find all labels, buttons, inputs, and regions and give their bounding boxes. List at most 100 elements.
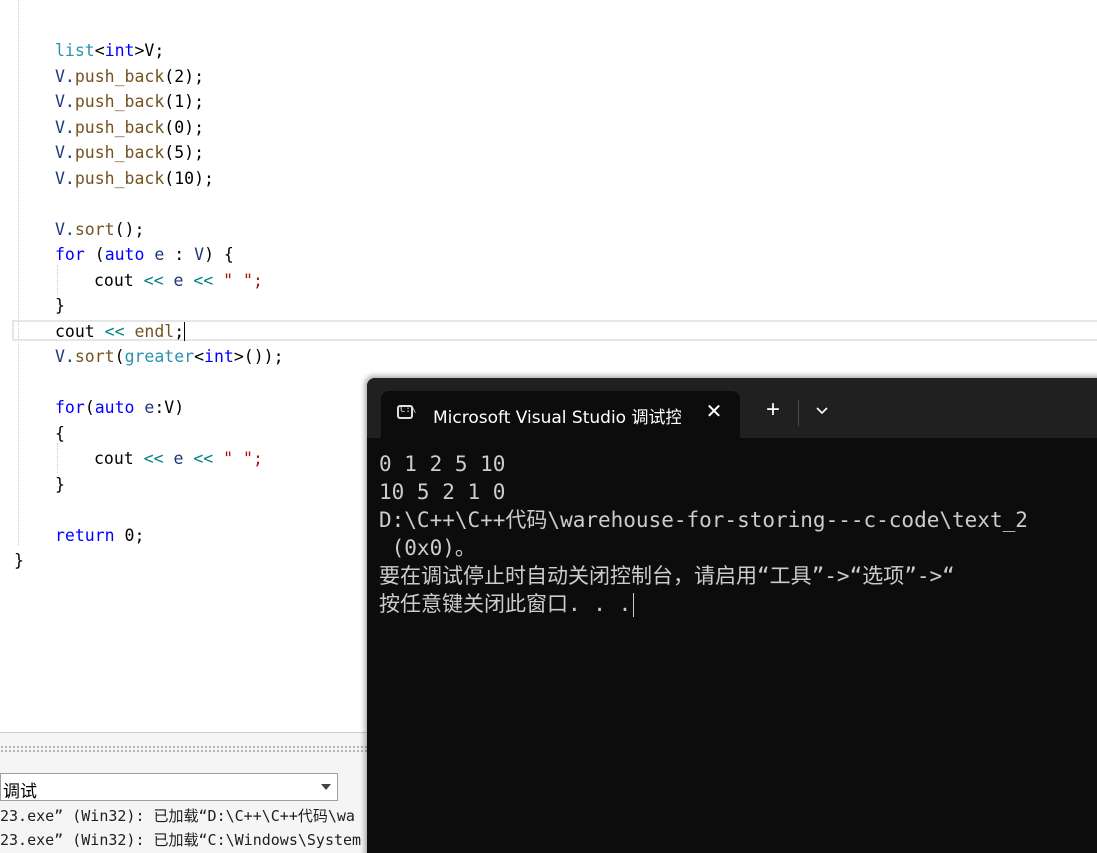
code-token: auto (104, 245, 145, 264)
code-token: sort (74, 220, 115, 239)
code-line: return 0; (55, 523, 144, 548)
code-token: } (55, 475, 65, 494)
code-token: } (55, 296, 65, 315)
terminal-tab-title: Microsoft Visual Studio 调试控制台 (433, 408, 681, 428)
code-token: << (143, 271, 164, 290)
code-token: << (104, 322, 125, 341)
terminal-output-line: 10 5 2 1 0 (379, 480, 506, 504)
code-token: auto (94, 398, 135, 417)
code-token: for (55, 245, 85, 264)
output-line: 23.exe” (Win32): 已加载“C:\Windows\System (0, 831, 362, 849)
code-token: " "; (213, 449, 263, 468)
code-line: cout << endl; (55, 319, 184, 344)
code-line: } (14, 548, 24, 573)
indent-guide (57, 265, 58, 295)
panel-resize-grip[interactable] (0, 745, 368, 753)
code-line: { (55, 421, 65, 446)
code-token: << (193, 449, 214, 468)
code-token: (1); (164, 92, 205, 111)
code-token: endl (124, 322, 175, 341)
code-line: V.push_back(10); (55, 166, 214, 191)
terminal-output-line: 0 1 2 5 10 (379, 452, 506, 476)
code-token: ( (84, 245, 105, 264)
code-token: push_back (74, 67, 165, 86)
indent-guide (57, 443, 58, 473)
code-token: (2); (164, 67, 205, 86)
code-token: cout (55, 322, 105, 341)
code-token: cout (94, 449, 144, 468)
indent-guide (18, 0, 19, 545)
code-token: greater (124, 347, 195, 366)
output-source-select[interactable]: 调试 (0, 773, 338, 802)
terminal-cursor (633, 593, 635, 617)
code-token: return (55, 526, 115, 545)
desktop-screen: list<int>V; V.push_back(2); V.push_back(1)… (0, 0, 1097, 853)
terminal-output-line: 要在调试停止时自动关闭控制台，请启用“工具”->“选项”->“ (379, 564, 955, 588)
titlebar-separator (798, 400, 799, 426)
code-token: 0; (114, 526, 145, 545)
code-token: V. (55, 92, 75, 111)
code-token: int (204, 347, 234, 366)
code-token: sort (74, 347, 115, 366)
code-token: ; (174, 322, 185, 341)
code-line: for (auto e : V) { (55, 242, 234, 267)
terminal-tab[interactable]: C:\ Microsoft Visual Studio 调试控制台 ✕ (381, 391, 740, 438)
code-line: V.push_back(0); (55, 115, 204, 140)
text-caret (184, 322, 185, 341)
code-token: list (55, 41, 95, 60)
terminal-icon: C:\ (397, 405, 416, 419)
code-token: { (55, 424, 65, 443)
code-token: ) { (204, 245, 234, 264)
terminal-window[interactable]: C:\ Microsoft Visual Studio 调试控制台 ✕ + 0 … (367, 378, 1097, 853)
terminal-output-line: (0x0)。 (379, 536, 476, 560)
code-line: V.push_back(5); (55, 140, 204, 165)
code-token: V. (55, 118, 75, 137)
code-token: V. (55, 143, 75, 162)
code-line: list<int>V; (55, 38, 164, 63)
close-icon[interactable]: ✕ (701, 399, 727, 425)
code-line: V.sort(greater<int>()); (55, 344, 284, 369)
code-token: < (194, 347, 205, 366)
code-token: V. (55, 347, 75, 366)
output-source-label: 调试 (3, 782, 37, 802)
output-line: 23.exe” (Win32): 已加载“D:\C++\C++代码\wa (0, 807, 355, 825)
code-token: push_back (74, 169, 165, 188)
code-token: ( (84, 398, 95, 417)
terminal-prompt-text: 按任意键关闭此窗口. . . (379, 592, 632, 616)
code-token: for (55, 398, 85, 417)
code-token: >V; (134, 41, 165, 60)
code-token: (0); (164, 118, 205, 137)
chevron-down-icon[interactable] (809, 398, 835, 424)
code-line: cout << e << " "; (94, 268, 263, 293)
code-token: " "; (213, 271, 263, 290)
code-token: V. (55, 169, 75, 188)
code-token: e (134, 398, 155, 417)
code-token: (5); (164, 143, 205, 162)
code-token: push_back (74, 92, 165, 111)
code-token: e (163, 449, 194, 468)
code-token: cout (94, 271, 144, 290)
code-token: push_back (74, 118, 165, 137)
code-line: } (55, 293, 65, 318)
code-token: V. (55, 220, 75, 239)
terminal-output-line: D:\C++\C++代码\warehouse-for-storing---c-c… (379, 508, 1028, 532)
terminal-output-line: 按任意键关闭此窗口. . . (379, 590, 635, 618)
code-token: << (193, 271, 214, 290)
code-line: } (55, 472, 65, 497)
code-token: V. (55, 67, 75, 86)
code-token: < (94, 41, 105, 60)
code-token: int (104, 41, 135, 60)
code-token: << (143, 449, 164, 468)
code-line: cout << e << " "; (94, 446, 263, 471)
code-token: e (144, 245, 175, 264)
code-token: push_back (74, 143, 165, 162)
code-token: >()); (233, 347, 284, 366)
chevron-down-icon (321, 784, 331, 790)
code-token: : (174, 245, 195, 264)
code-token: (); (114, 220, 145, 239)
code-token: } (14, 551, 24, 570)
code-line: V.push_back(1); (55, 89, 204, 114)
terminal-titlebar[interactable]: C:\ Microsoft Visual Studio 调试控制台 ✕ + (367, 378, 1097, 438)
plus-icon[interactable]: + (760, 398, 786, 424)
code-token: (10); (164, 169, 214, 188)
